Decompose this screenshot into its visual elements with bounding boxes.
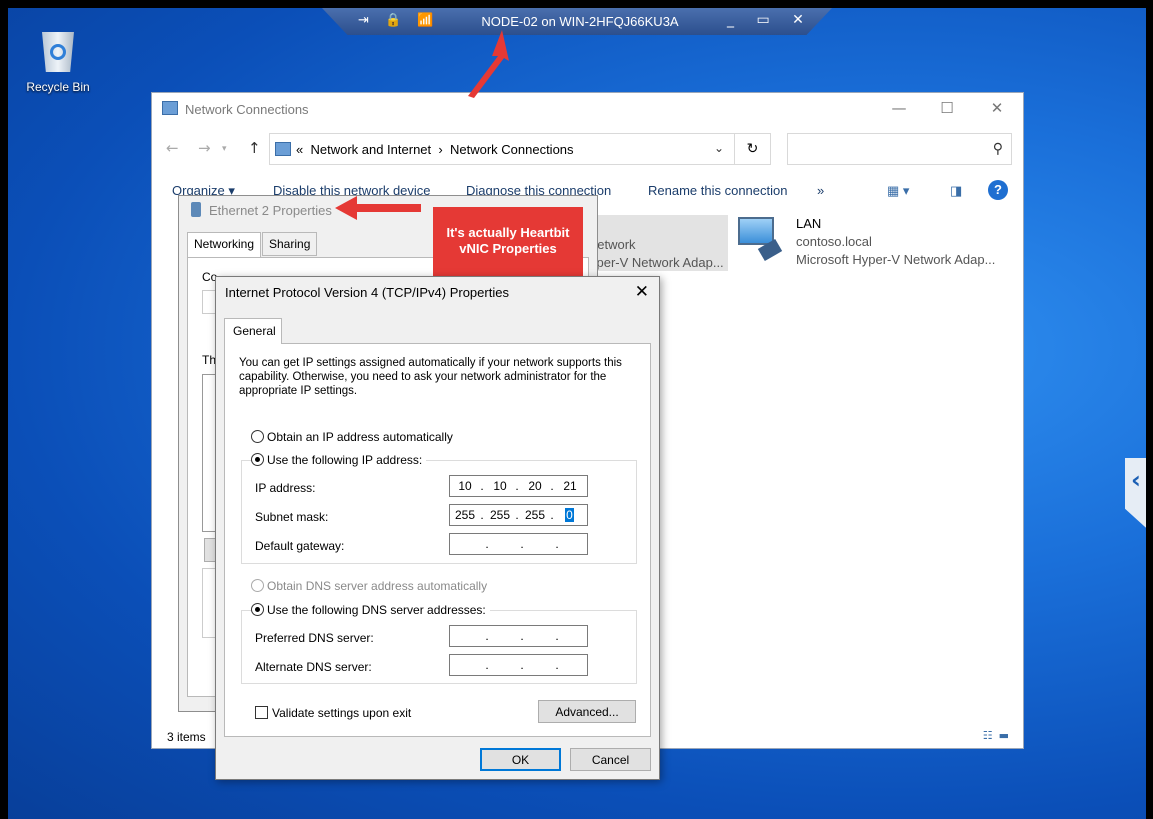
- components-label: Th: [202, 353, 217, 367]
- mask-octet-3: 255: [524, 508, 546, 522]
- preferred-dns-field[interactable]: ...: [449, 625, 588, 647]
- annotation-callout: It's actually Heartbit vNIC Properties: [433, 207, 583, 278]
- advanced-button[interactable]: Advanced...: [538, 700, 636, 723]
- annotation-arrow-left: [335, 196, 421, 220]
- checkbox-label: Validate settings upon exit: [272, 706, 412, 720]
- refresh-icon: ↻: [746, 141, 759, 157]
- recent-locations-button[interactable]: ▾: [222, 144, 227, 154]
- breadcrumb-separator[interactable]: ›: [438, 142, 442, 157]
- address-row: ← → ▾ ↑ « Network and Internet › Network…: [152, 133, 1023, 165]
- rdp-window-controls[interactable]: _ ▭ ✕: [727, 12, 813, 28]
- view-toggle-icons[interactable]: ☷▬: [983, 729, 1015, 742]
- ip-octet-4: 21: [563, 479, 577, 493]
- adapter-device: Microsoft Hyper-V Network Adap...: [796, 252, 996, 267]
- obtain-dns-auto-radio[interactable]: Obtain DNS server address automatically: [251, 579, 487, 593]
- network-adapter-icon: [738, 217, 783, 262]
- checkbox-icon: [255, 706, 268, 719]
- chevron-left-icon: ‹: [1131, 466, 1141, 494]
- ip-octet-1: 10: [458, 479, 472, 493]
- adapter-device: yper-V Network Adap...: [590, 255, 724, 270]
- close-button[interactable]: ✕: [635, 282, 649, 302]
- radio-icon: [251, 453, 264, 466]
- search-input[interactable]: ⚲: [787, 133, 1012, 165]
- network-folder-icon: [275, 142, 291, 156]
- rdp-pin-lock-signal-icons[interactable]: ⇥ 🔒 📶: [358, 13, 440, 28]
- change-view-icon[interactable]: ▦ ▾: [887, 183, 909, 199]
- ip-octet-3: 20: [528, 479, 542, 493]
- recycle-bin[interactable]: Recycle Bin: [18, 26, 98, 94]
- preview-pane-icon[interactable]: ◨: [950, 183, 962, 199]
- forward-button[interactable]: →: [198, 139, 211, 157]
- tab-general[interactable]: General: [224, 318, 282, 344]
- radio-label: Use the following IP address:: [267, 453, 423, 467]
- status-bar-count: 3 items: [167, 730, 206, 744]
- adapter-item-lan[interactable]: LAN contoso.local Microsoft Hyper-V Netw…: [796, 215, 995, 269]
- network-connections-icon: [162, 101, 178, 115]
- dialog-title: Internet Protocol Version 4 (TCP/IPv4) P…: [225, 285, 509, 300]
- minimize-button[interactable]: —: [876, 99, 922, 117]
- dialog-title: Ethernet 2 Properties: [209, 203, 332, 218]
- radio-label: Obtain an IP address automatically: [267, 430, 453, 444]
- network-adapter-icon: [191, 202, 201, 217]
- radio-label: Obtain DNS server address automatically: [267, 579, 488, 593]
- annotation-line-2: vNIC Properties: [459, 241, 557, 256]
- refresh-button[interactable]: ↻: [735, 133, 771, 165]
- alternate-dns-field[interactable]: ...: [449, 654, 588, 676]
- recycle-bin-label: Recycle Bin: [26, 80, 90, 94]
- ip-address-field[interactable]: 10. 10. 20. 21: [449, 475, 588, 497]
- adapter-name: LAN: [796, 216, 822, 231]
- back-button[interactable]: ←: [166, 139, 179, 157]
- annotation-line-1: It's actually Heartbit: [446, 225, 570, 240]
- use-following-ip-radio[interactable]: Use the following IP address:: [251, 453, 427, 467]
- alternate-dns-label: Alternate DNS server:: [255, 660, 372, 674]
- radio-icon: [251, 603, 264, 616]
- adapter-status: network: [590, 237, 636, 252]
- rdp-connection-title: NODE-02 on WIN-2HFQJ66KU3A: [481, 14, 679, 29]
- window-title: Network Connections: [185, 102, 309, 117]
- default-gateway-label: Default gateway:: [255, 539, 345, 553]
- annotation-arrow-up: [468, 30, 509, 98]
- ip-address-label: IP address:: [255, 481, 316, 495]
- mask-octet-1: 255: [454, 508, 476, 522]
- description-text: You can get IP settings assigned automat…: [239, 357, 622, 397]
- search-icon: ⚲: [992, 141, 1003, 157]
- adapter-status: contoso.local: [796, 234, 872, 249]
- maximize-button[interactable]: ☐: [924, 99, 970, 117]
- ip-octet-2: 10: [493, 479, 507, 493]
- radio-icon: [251, 579, 264, 592]
- more-commands-button[interactable]: »: [817, 183, 824, 198]
- title-bar: Network Connections — ☐ ✕: [152, 93, 1023, 125]
- rdp-connection-bar: ⇥ 🔒 📶 NODE-02 on WIN-2HFQJ66KU3A _ ▭ ✕: [322, 8, 832, 35]
- tab-sharing[interactable]: Sharing: [262, 232, 318, 256]
- chevron-down-icon[interactable]: ⌄: [714, 141, 724, 155]
- validate-settings-checkbox[interactable]: Validate settings upon exit: [255, 706, 411, 720]
- radio-label: Use the following DNS server addresses:: [267, 603, 486, 617]
- side-panel-tab[interactable]: ‹: [1125, 458, 1146, 536]
- tab-networking[interactable]: Networking: [187, 232, 262, 258]
- ipv4-properties-dialog: Internet Protocol Version 4 (TCP/IPv4) P…: [215, 276, 660, 780]
- subnet-mask-label: Subnet mask:: [255, 510, 329, 524]
- breadcrumb-overflow[interactable]: «: [296, 142, 303, 157]
- default-gateway-field[interactable]: ...: [449, 533, 588, 555]
- use-following-dns-radio[interactable]: Use the following DNS server addresses:: [251, 603, 490, 617]
- general-panel: You can get IP settings assigned automat…: [224, 343, 651, 737]
- recycle-bin-icon: [37, 26, 79, 74]
- radio-icon: [251, 430, 264, 443]
- address-bar[interactable]: « Network and Internet › Network Connect…: [269, 133, 735, 165]
- rename-command[interactable]: Rename this connection: [648, 183, 787, 198]
- up-button[interactable]: ↑: [248, 139, 261, 157]
- breadcrumb-network-connections[interactable]: Network Connections: [450, 142, 574, 157]
- breadcrumb: « Network and Internet › Network Connect…: [296, 142, 574, 157]
- ok-button[interactable]: OK: [480, 748, 561, 771]
- close-button[interactable]: ✕: [974, 99, 1020, 117]
- breadcrumb-network-and-internet[interactable]: Network and Internet: [310, 142, 431, 157]
- mask-octet-4: 0: [565, 508, 574, 522]
- obtain-ip-auto-radio[interactable]: Obtain an IP address automatically: [251, 430, 453, 444]
- preferred-dns-label: Preferred DNS server:: [255, 631, 374, 645]
- mask-octet-2: 255: [489, 508, 511, 522]
- cancel-button[interactable]: Cancel: [570, 748, 651, 771]
- subnet-mask-field[interactable]: 255. 255. 255. 0: [449, 504, 588, 526]
- help-icon[interactable]: ?: [988, 180, 1008, 200]
